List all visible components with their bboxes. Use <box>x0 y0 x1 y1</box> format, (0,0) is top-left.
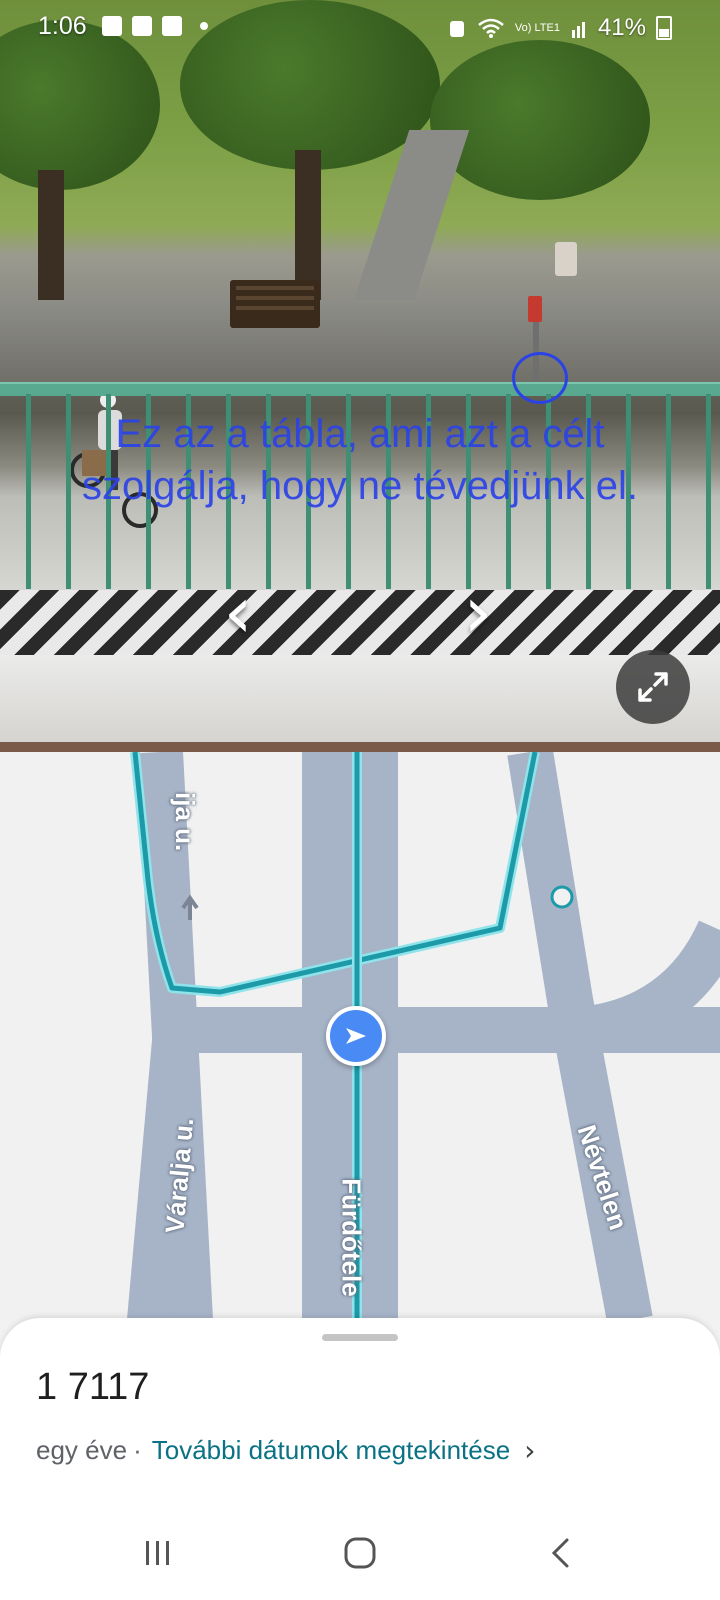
ledge <box>0 655 720 745</box>
separator: · <box>133 1435 142 1465</box>
system-navigation-bar <box>0 1510 720 1600</box>
sidewalk <box>0 300 720 390</box>
home-button[interactable] <box>330 1528 390 1578</box>
network-type: Vo) LTE1 <box>514 21 560 34</box>
sheet-title: 1 7117 <box>36 1366 150 1408</box>
recents-icon <box>146 1541 169 1565</box>
tree <box>430 40 650 200</box>
facebook-icon <box>102 16 122 36</box>
drag-handle[interactable] <box>322 1334 398 1341</box>
ledge-edge <box>0 742 720 752</box>
navigation-arrow-icon <box>346 1028 366 1044</box>
current-position-marker[interactable] <box>326 1006 386 1066</box>
annotation-text: Ez az a tábla, ami azt a célt szolgálja,… <box>82 412 638 508</box>
tree-trunk <box>38 170 64 310</box>
expand-button[interactable] <box>616 650 690 724</box>
annotation-circle <box>512 352 568 404</box>
battery-level: 41% <box>597 14 646 41</box>
app-notification-icon <box>162 16 182 36</box>
next-photo-button[interactable]: › <box>452 576 504 648</box>
tree-trunk <box>295 150 321 300</box>
expand-icon <box>638 672 668 702</box>
capture-date: egy éve <box>36 1435 128 1465</box>
previous-photo-button[interactable]: ‹ <box>212 576 264 648</box>
system-icons: Vo) LTE1 41% <box>447 14 672 42</box>
more-notifications-icon <box>200 22 208 30</box>
road-label-ija: ija u. <box>170 792 200 852</box>
bench <box>230 280 320 328</box>
alarm-icon <box>449 21 464 37</box>
notification-icons <box>102 16 208 36</box>
road-label-furdotele: Fürdőtele <box>336 1178 367 1297</box>
back-icon <box>551 1538 569 1568</box>
home-icon <box>344 1537 376 1569</box>
status-bar: 1:06 Vo) LTE1 41% <box>0 0 720 54</box>
bollard <box>555 242 577 276</box>
wifi-icon <box>478 18 504 38</box>
recents-button[interactable] <box>128 1528 188 1578</box>
sign <box>528 296 542 322</box>
back-button[interactable] <box>530 1528 590 1578</box>
ledge-shadow <box>0 590 720 660</box>
status-time: 1:06 <box>38 12 87 40</box>
gallery-icon <box>132 16 152 36</box>
sheet-meta: egy éve · További dátumok megtekintése › <box>36 1434 535 1467</box>
street-view-photo[interactable]: Ez az a tábla, ami azt a célt szolgálja,… <box>0 0 720 752</box>
more-dates-link[interactable]: További dátumok megtekintése <box>152 1435 510 1466</box>
battery-icon <box>656 16 672 40</box>
chevron-right-icon[interactable]: › <box>524 1434 535 1467</box>
signal-icon <box>571 22 585 38</box>
